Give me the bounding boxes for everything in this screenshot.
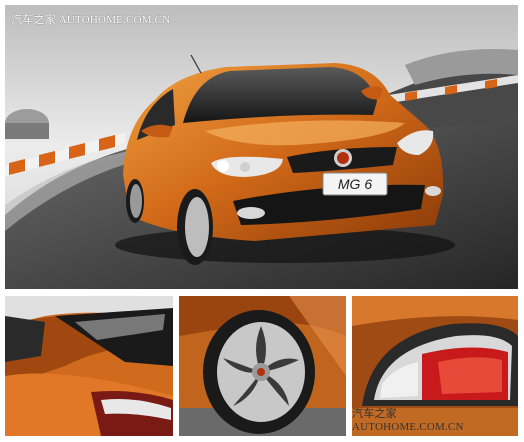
hero-photo: MG 6 汽车之家 AUTOHOME.COM.CN — [5, 5, 518, 289]
detail-photo-wheel — [179, 296, 346, 436]
watermark-bottom: 汽车之家 AUTOHOME.COM.CN — [352, 408, 464, 433]
license-plate: MG 6 — [338, 176, 372, 192]
detail-photo-taillight: 汽车之家 AUTOHOME.COM.CN — [352, 296, 518, 436]
watermark-top: 汽车之家 AUTOHOME.COM.CN — [11, 14, 171, 26]
detail-photo-rear-glass — [5, 296, 173, 436]
